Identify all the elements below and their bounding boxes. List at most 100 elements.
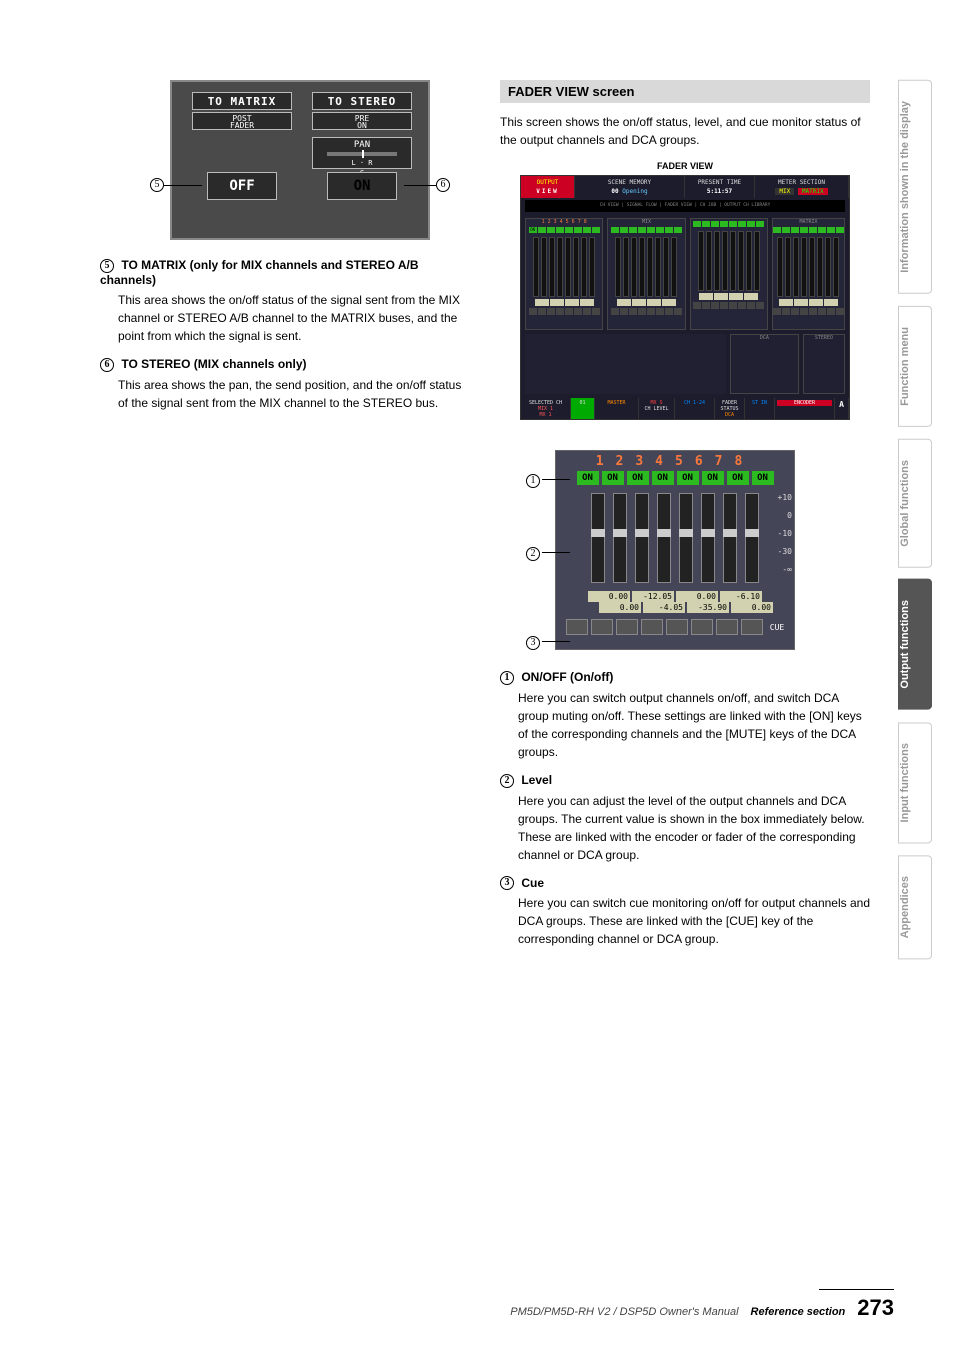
lower-area: DCA STEREO: [521, 334, 849, 394]
s3-val-7: -35.90: [687, 602, 729, 613]
footer: PM5D/PM5D-RH V2 / DSP5D Owner's Manual R…: [100, 1289, 894, 1321]
item-6-marker: 6: [100, 358, 114, 372]
s3-cue-2: [591, 619, 613, 635]
tab-input-functions[interactable]: Input functions: [898, 722, 932, 843]
s3-cue-label: CUE: [770, 623, 784, 632]
mix-section: MASTER: [595, 398, 639, 420]
tab-appendices[interactable]: Appendices: [898, 855, 932, 959]
mix-hdr: MIX: [608, 219, 684, 225]
hdr-scene: SCENE MEMORY 00 Opening: [575, 176, 685, 198]
hdr-output: OUTPUT VIEW: [521, 176, 575, 198]
item-1-body: Here you can switch output channels on/o…: [518, 689, 870, 761]
item-6-body: This area shows the pan, the send positi…: [118, 376, 470, 412]
item-2: 2 Level Here you can adjust the level of…: [500, 773, 870, 864]
cue-row-1: [526, 308, 602, 315]
s3-scale: +10 0 -10 -30 -∞: [768, 489, 792, 579]
s3-fader-1: [591, 493, 605, 583]
s3-val-5: 0.00: [599, 602, 641, 613]
tab-output-functions[interactable]: Output functions: [898, 579, 932, 710]
matrix-hdr: MATRIX: [773, 219, 844, 225]
time-val: 5:11:57: [687, 187, 752, 196]
s3-on-3: ON: [627, 471, 649, 485]
num-row-1: [526, 299, 602, 306]
screenshot-fader-zoom: 12345678 ON ON ON ON ON ON ON ON: [555, 450, 795, 650]
fader-cols-1: [526, 237, 602, 297]
fader-status: FADER STATUS DCA: [715, 398, 745, 420]
item-2-head: Level: [521, 773, 552, 787]
tab-global-functions[interactable]: Global functions: [898, 439, 932, 568]
callout-6-num: 6: [436, 178, 450, 192]
s3-faders: [556, 493, 794, 583]
meter-label: METER SECTION: [757, 178, 846, 187]
output-label: OUTPUT: [523, 178, 572, 187]
scene-num: 00: [611, 188, 618, 195]
stereo-box: STEREO: [803, 334, 845, 394]
s3-val-1: 0.00: [588, 591, 630, 602]
post-fader-label: POST FADER: [192, 112, 292, 130]
s3-val-3: 0.00: [676, 591, 718, 602]
callout-5-num: 5: [150, 178, 164, 192]
screenshot-to-matrix-stereo: TO MATRIX TO STEREO POST FADER PRE ON PA…: [170, 80, 430, 240]
pan-box: PAN L · R C: [312, 137, 412, 169]
s3-cue-3: [616, 619, 638, 635]
meter-mix: MIX: [775, 188, 794, 195]
s3-cue-row: CUE: [556, 619, 794, 635]
footer-section: Reference section: [751, 1306, 846, 1318]
item-5: 5 TO MATRIX (only for MIX channels and S…: [100, 258, 470, 345]
fader-view-label: FADER VIEW: [500, 161, 870, 171]
callout-3: 3: [526, 634, 542, 650]
lead-1: [542, 479, 570, 480]
s3-cue-7: [716, 619, 738, 635]
s3-on-4: ON: [652, 471, 674, 485]
on-button: ON: [327, 172, 397, 200]
s3-cue-6: [691, 619, 713, 635]
s3-on-row: ON ON ON ON ON ON ON ON: [556, 471, 794, 485]
input-ch: CH 1-24: [675, 398, 715, 420]
s3-val-6: -4.05: [643, 602, 685, 613]
item-2-marker: 2: [500, 774, 514, 788]
item-3-body: Here you can switch cue monitoring on/of…: [518, 894, 870, 948]
lead-3: [542, 641, 570, 642]
tab-function-menu[interactable]: Function menu: [898, 306, 932, 427]
s3-fader-7: [723, 493, 737, 583]
dca-box: DCA: [730, 334, 799, 394]
meter-matrix: MATRIX: [798, 188, 828, 195]
item-5-marker: 5: [100, 259, 114, 273]
s3-val-4: -6.10: [720, 591, 762, 602]
time-label: PRESENT TIME: [687, 178, 752, 187]
encoder-col: ENCODER: [775, 398, 835, 420]
item-5-head: TO MATRIX (only for MIX channels and STE…: [100, 258, 418, 287]
on-row-1: ON: [526, 227, 602, 233]
s3-fader-5: [679, 493, 693, 583]
tab-info-display[interactable]: Information shown in the display: [898, 80, 932, 294]
on-cell: ON: [529, 227, 537, 233]
mix-s: MX S CH LEVEL: [639, 398, 675, 420]
section-title: FADER VIEW screen: [500, 80, 870, 103]
callout-2: 2: [526, 545, 542, 561]
layer-a: A: [835, 398, 849, 420]
s3-on-1: ON: [577, 471, 599, 485]
s3-on-5: ON: [677, 471, 699, 485]
item-6: 6 TO STEREO (MIX channels only) This are…: [100, 357, 470, 412]
item-5-body: This area shows the on/off status of the…: [118, 291, 470, 345]
scene-name: Opening: [622, 188, 647, 195]
pan-slider: [327, 152, 397, 156]
off-button: OFF: [207, 172, 277, 200]
hdr-time: PRESENT TIME 5:11:57: [685, 176, 755, 198]
to-stereo-label: TO STEREO: [312, 92, 412, 110]
mix-block-1: 1 2 3 4 5 6 7 8 ON: [525, 218, 603, 330]
s3-fader-4: [657, 493, 671, 583]
pre-on-label: PRE ON: [312, 112, 412, 130]
s3-on-6: ON: [702, 471, 724, 485]
callout-5: 5: [150, 178, 164, 192]
s3-on-2: ON: [602, 471, 624, 485]
item-3: 3 Cue Here you can switch cue monitoring…: [500, 876, 870, 949]
side-tabs: Information shown in the display Functio…: [898, 80, 932, 960]
s3-vals-row2: 0.00 -4.05 -35.90 0.00: [556, 602, 794, 613]
item-3-head: Cue: [521, 876, 544, 890]
intro-text: This screen shows the on/off status, lev…: [500, 113, 870, 149]
s3-fader-8: [745, 493, 759, 583]
mix-block-2: MIX: [607, 218, 685, 330]
lead-line-5: [164, 185, 202, 186]
matrix-block: MATRIX: [772, 218, 845, 330]
